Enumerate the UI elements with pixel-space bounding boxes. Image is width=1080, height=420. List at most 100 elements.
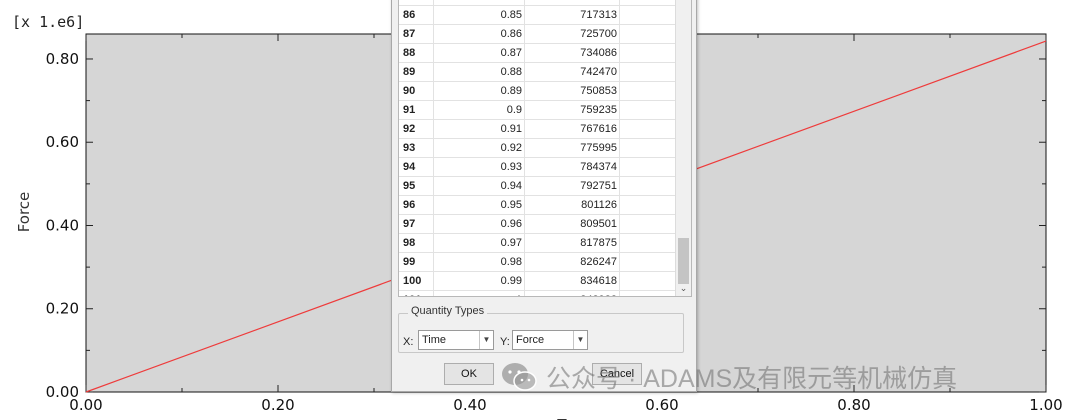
watermark-text: 公众号 · ADAMS及有限元等机械仿真 <box>546 365 958 393</box>
chevron-down-icon[interactable]: ⌄ <box>676 280 691 296</box>
table-row[interactable]: 1011842988 <box>399 290 683 296</box>
time-cell: 0.87 <box>433 43 525 63</box>
scrollbar-thumb[interactable] <box>678 238 689 284</box>
table-row[interactable]: 93 0.92 775995 <box>399 138 683 158</box>
force-cell: 842988 <box>524 290 620 296</box>
y-tick-label: 0.00 <box>46 383 79 401</box>
force-cell: 775995 <box>524 138 620 158</box>
row-index: 93 <box>399 138 434 158</box>
row-index: 92 <box>399 119 434 139</box>
time-cell: 0.92 <box>433 138 525 158</box>
table-row[interactable]: 91 0.9 759235 <box>399 100 683 120</box>
empty-cell <box>619 5 683 25</box>
time-cell: 0.97 <box>433 233 525 253</box>
row-index: 101 <box>399 290 434 296</box>
force-cell: 750853 <box>524 81 620 101</box>
table-row[interactable]: 99 0.98 826247 <box>399 252 683 272</box>
plot-values-dialog: 850.84708925860.85717313870.86725700880.… <box>391 0 697 392</box>
table-row[interactable]: 90 0.89 750853 <box>399 81 683 101</box>
empty-cell <box>619 81 683 101</box>
force-cell: 742470 <box>524 62 620 82</box>
time-cell: 0.96 <box>433 214 525 234</box>
table-row[interactable]: 87 0.86 725700 <box>399 24 683 44</box>
force-cell: 809501 <box>524 214 620 234</box>
time-cell: 0.89 <box>433 81 525 101</box>
row-index: 100 <box>399 271 434 291</box>
empty-cell <box>619 176 683 196</box>
x-tick-label: 0.20 <box>261 396 294 414</box>
time-cell: 0.94 <box>433 176 525 196</box>
watermark: 公众号 · ADAMS及有限元等机械仿真 <box>500 358 957 396</box>
force-cell: 792751 <box>524 176 620 196</box>
force-cell: 784374 <box>524 157 620 177</box>
x-quantity-select[interactable]: Time ▼ <box>418 330 494 350</box>
y-quantity-value: Force <box>516 334 545 346</box>
table-row[interactable]: 86 0.85 717313 <box>399 5 683 25</box>
x-tick-label: 0.80 <box>837 396 870 414</box>
table-row[interactable]: 96 0.95 801126 <box>399 195 683 215</box>
time-cell: 0.93 <box>433 157 525 177</box>
table-row[interactable]: 92 0.91 767616 <box>399 119 683 139</box>
row-index: 96 <box>399 195 434 215</box>
row-index: 95 <box>399 176 434 196</box>
table-row[interactable]: 89 0.88 742470 <box>399 62 683 82</box>
empty-cell <box>619 138 683 158</box>
table-row[interactable]: 97 0.96 809501 <box>399 214 683 234</box>
row-index: 87 <box>399 24 434 44</box>
force-cell: 817875 <box>524 233 620 253</box>
table-row[interactable]: 94 0.93 784374 <box>399 157 683 177</box>
y-axis-label: Force <box>15 192 33 233</box>
row-index: 89 <box>399 62 434 82</box>
row-index: 94 <box>399 157 434 177</box>
y-scale-label: [x 1.e6] <box>12 13 84 31</box>
empty-cell <box>619 271 683 291</box>
empty-cell <box>619 24 683 44</box>
row-index: 86 <box>399 5 434 25</box>
x-tick-label: 1.00 <box>1029 396 1062 414</box>
row-index: 99 <box>399 252 434 272</box>
y-tick-label: 0.80 <box>46 50 79 68</box>
time-cell: 0.91 <box>433 119 525 139</box>
empty-cell <box>619 252 683 272</box>
time-cell: 0.99 <box>433 271 525 291</box>
x-axis-label: T <box>556 416 567 420</box>
quantity-types-legend: Quantity Types <box>408 305 488 317</box>
row-index: 90 <box>399 81 434 101</box>
wechat-icon <box>502 363 537 391</box>
empty-cell <box>619 233 683 253</box>
force-cell: 717313 <box>524 5 620 25</box>
force-cell: 767616 <box>524 119 620 139</box>
empty-cell <box>619 195 683 215</box>
empty-cell <box>619 62 683 82</box>
time-cell: 0.86 <box>433 24 525 44</box>
x-quantity-value: Time <box>422 334 447 346</box>
ok-button[interactable]: OK <box>444 363 494 385</box>
y-quantity-select[interactable]: Force ▼ <box>512 330 588 350</box>
time-cell: 0.95 <box>433 195 525 215</box>
empty-cell <box>619 157 683 177</box>
chevron-down-icon[interactable]: ▼ <box>573 331 587 349</box>
y-quantity-label: Y: <box>500 336 510 348</box>
time-cell: 0.98 <box>433 252 525 272</box>
y-tick-label: 0.40 <box>46 216 79 234</box>
force-cell: 725700 <box>524 24 620 44</box>
force-cell: 759235 <box>524 100 620 120</box>
table-row[interactable]: 98 0.97 817875 <box>399 233 683 253</box>
values-table[interactable]: 850.84708925860.85717313870.86725700880.… <box>398 0 692 297</box>
row-index: 97 <box>399 214 434 234</box>
chevron-down-icon[interactable]: ▼ <box>479 331 493 349</box>
empty-cell <box>619 100 683 120</box>
time-cell: 0.88 <box>433 62 525 82</box>
time-cell: 0.85 <box>433 5 525 25</box>
empty-cell <box>619 214 683 234</box>
force-cell: 826247 <box>524 252 620 272</box>
table-row[interactable]: 95 0.94 792751 <box>399 176 683 196</box>
table-row[interactable]: 88 0.87 734086 <box>399 43 683 63</box>
table-scrollbar[interactable]: ⌄ <box>675 0 691 296</box>
y-tick-label: 0.20 <box>46 300 79 318</box>
empty-cell <box>619 119 683 139</box>
y-tick-label: 0.60 <box>46 133 79 151</box>
time-cell: 0.9 <box>433 100 525 120</box>
time-cell: 1 <box>433 290 525 296</box>
table-row[interactable]: 100 0.99 834618 <box>399 271 683 291</box>
